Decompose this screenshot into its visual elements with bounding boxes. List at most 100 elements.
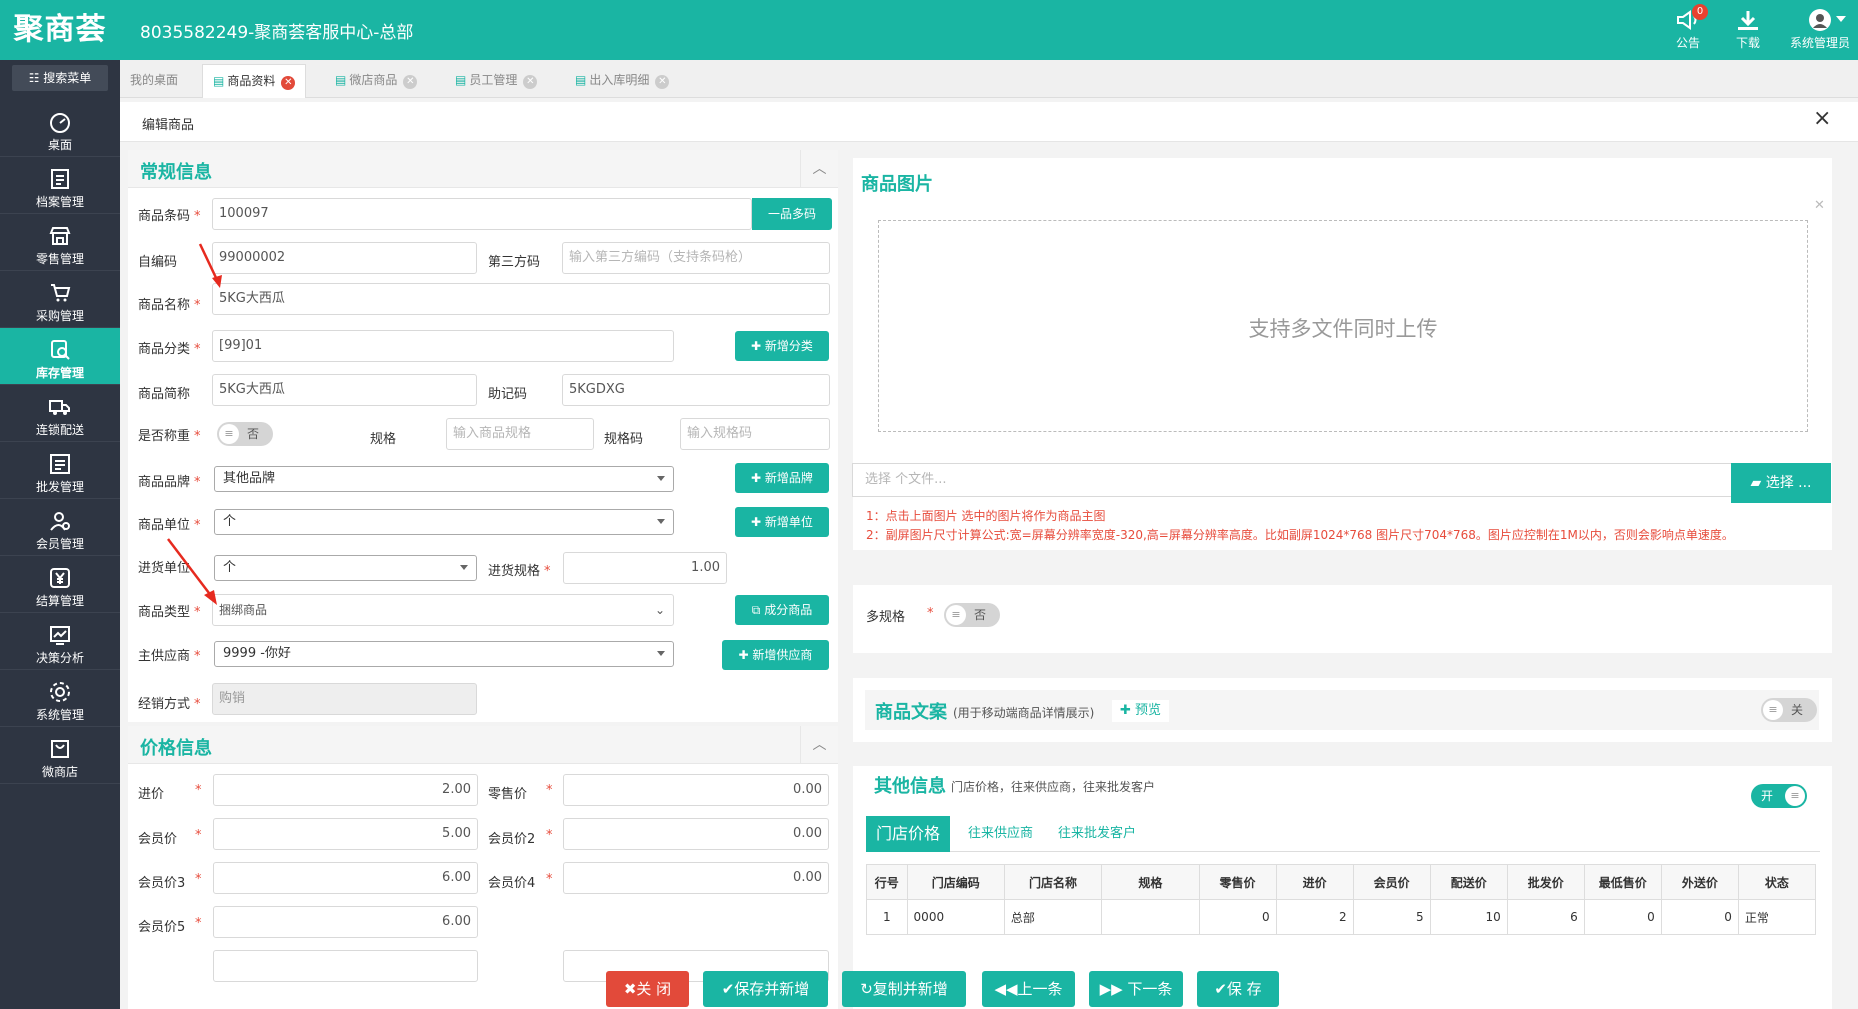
close-icon[interactable]: ✕: [655, 75, 670, 89]
brand-select[interactable]: 其他品牌: [214, 466, 674, 492]
multi-code-button[interactable]: 一品多码: [752, 198, 832, 230]
sidebar-item[interactable]: 连锁配送: [0, 385, 120, 442]
chevron-up-icon[interactable]: ︿: [800, 726, 838, 764]
product-type-select[interactable]: 捆绑商品 ⌄: [212, 594, 674, 626]
menu-search-button[interactable]: ☷ 搜索菜单: [12, 65, 108, 91]
sidebar-item[interactable]: 档案管理: [0, 157, 120, 214]
price-input[interactable]: 2.00: [213, 774, 478, 806]
choose-file-button[interactable]: ▰ 选择 ...: [1731, 463, 1831, 503]
table-header-cell[interactable]: 零售价: [1198, 864, 1277, 900]
file-path-input[interactable]: 选择 个文件...: [852, 463, 1732, 497]
sidebar-item[interactable]: 会员管理: [0, 499, 120, 556]
sidebar-item-label: 会员管理: [35, 537, 84, 551]
price-input[interactable]: 5.00: [213, 818, 478, 850]
table-header-cell[interactable]: 会员价: [1352, 864, 1431, 900]
tab-staff[interactable]: ▤ 员工管理 ✕: [445, 64, 547, 98]
sidebar-item[interactable]: 采购管理: [0, 271, 120, 328]
label-text: 商品品牌: [138, 475, 191, 490]
other-info-toggle[interactable]: ≡ 开: [1751, 784, 1807, 808]
price-input[interactable]: [213, 950, 478, 982]
add-unit-button[interactable]: ✚ 新增单位: [735, 507, 829, 537]
table-header-cell[interactable]: 门店编码: [906, 864, 1005, 900]
category-label: 商品分类 *: [138, 338, 201, 357]
preview-link[interactable]: ✚ 预览: [1112, 700, 1170, 722]
barcode-label: 商品条码 *: [138, 205, 201, 224]
multi-spec-toggle[interactable]: ≡ 否: [944, 603, 1000, 627]
category-input[interactable]: [99]01: [212, 330, 674, 362]
table-cell: 5: [1352, 899, 1431, 935]
close-icon[interactable]: ×: [1813, 106, 1831, 131]
price-input[interactable]: 6.00: [213, 862, 478, 894]
table-header-cell[interactable]: 行号: [866, 864, 908, 900]
close-icon[interactable]: ✕: [523, 75, 538, 89]
barcode-input[interactable]: 100097: [212, 198, 752, 230]
price-input[interactable]: 0.00: [563, 774, 829, 806]
user-menu[interactable]: 系统管理员: [1782, 8, 1858, 51]
table-header-cell[interactable]: 状态: [1737, 864, 1817, 900]
sidebar-item[interactable]: 库存管理: [0, 328, 120, 385]
required-mark: *: [194, 429, 201, 444]
component-product-button[interactable]: ⧉ 成分商品: [735, 595, 829, 625]
self-code-input[interactable]: 99000002: [212, 242, 477, 274]
price-input[interactable]: 0.00: [563, 818, 829, 850]
table-header-cell[interactable]: 进价: [1275, 864, 1354, 900]
sidebar-item[interactable]: 决策分析: [0, 613, 120, 670]
upload-note-1: 1：点击上面图片 选中的图片将作为商品主图: [866, 509, 1106, 523]
save-button[interactable]: ✔保 存: [1197, 971, 1279, 1007]
notice-button[interactable]: 0 公告: [1658, 4, 1718, 51]
mnemonic-input[interactable]: 5KGDXG: [562, 374, 830, 406]
table-header-cell[interactable]: 配送价: [1429, 864, 1508, 900]
section-subtitle: 门店价格，往来供应商，往来批发客户: [951, 780, 1156, 794]
weigh-toggle[interactable]: ≡ 否: [217, 422, 273, 446]
copy-and-new-button[interactable]: ↻复制并新增: [842, 971, 966, 1007]
short-name-input[interactable]: 5KG大西瓜: [212, 374, 477, 406]
tab-product-info[interactable]: ▤ 商品资料 ✕: [202, 64, 307, 98]
sidebar-item[interactable]: 零售管理: [0, 214, 120, 271]
tab-store-price[interactable]: 门店价格: [866, 816, 951, 852]
save-and-new-button[interactable]: ✔保存并新增: [703, 971, 828, 1007]
plus-icon: ✚: [738, 648, 753, 662]
product-name-input[interactable]: 5KG大西瓜: [212, 283, 830, 315]
tab-stock-detail[interactable]: ▤ 出入库明细 ✕: [565, 64, 679, 98]
next-record-button[interactable]: ▶▶ 下一条: [1089, 971, 1183, 1007]
add-brand-button[interactable]: ✚ 新增品牌: [735, 463, 829, 493]
prev-record-button[interactable]: ◀◀上一条: [982, 971, 1075, 1007]
download-button[interactable]: 下载: [1718, 8, 1778, 51]
price-input[interactable]: 0.00: [563, 862, 829, 894]
tab-suppliers[interactable]: 往来供应商: [958, 816, 1043, 852]
third-code-input[interactable]: 输入第三方编码（支持条码枪）: [562, 242, 830, 274]
table-header-cell[interactable]: 批发价: [1506, 864, 1585, 900]
close-icon[interactable]: ✕: [281, 76, 296, 90]
sidebar-item[interactable]: 结算管理: [0, 556, 120, 613]
table-header-cell[interactable]: 门店名称: [1003, 864, 1103, 900]
purchase-spec-input[interactable]: 1.00: [563, 552, 727, 584]
table-header-cell[interactable]: 规格: [1101, 864, 1200, 900]
spec-code-input[interactable]: 输入规格码: [680, 418, 830, 450]
price-input[interactable]: 6.00: [213, 906, 478, 938]
sidebar-item[interactable]: 系统管理: [0, 670, 120, 727]
chevron-up-icon[interactable]: ︿: [800, 150, 838, 188]
copywriting-toggle[interactable]: ≡ 关: [1761, 698, 1817, 722]
spec-input[interactable]: 输入商品规格: [446, 418, 594, 450]
sidebar-item-label: 批发管理: [35, 480, 84, 494]
table-row[interactable]: 1 0000 总部 0 2 5 10 6 0 0 正常: [866, 899, 1817, 935]
supplier-select[interactable]: 9999 -你好: [214, 641, 674, 667]
close-button[interactable]: ✖关 闭: [606, 971, 689, 1007]
unit-select[interactable]: 个: [214, 509, 674, 535]
upload-dropzone[interactable]: 支持多文件同时上传: [878, 220, 1808, 432]
purchase-unit-select[interactable]: 个: [214, 555, 477, 581]
toggle-knob-icon: ≡: [1785, 786, 1805, 806]
add-category-button[interactable]: ✚ 新增分类: [735, 331, 829, 361]
tab-desktop[interactable]: 我的桌面: [120, 64, 188, 98]
tab-wholesale-customers[interactable]: 往来批发客户: [1048, 816, 1146, 852]
sidebar-item[interactable]: 批发管理: [0, 442, 120, 499]
table-header-cell[interactable]: 最低售价: [1583, 864, 1662, 900]
table-header-cell[interactable]: 外送价: [1660, 864, 1739, 900]
chevron-down-icon[interactable]: [1836, 16, 1846, 22]
add-supplier-button[interactable]: ✚ 新增供应商: [722, 640, 829, 670]
close-icon[interactable]: ✕: [1814, 198, 1825, 213]
sidebar-item[interactable]: 桌面: [0, 100, 120, 157]
close-icon[interactable]: ✕: [403, 75, 418, 89]
tab-micro-store-product[interactable]: ▤ 微店商品 ✕: [325, 64, 427, 98]
sidebar-item[interactable]: 微商店: [0, 727, 120, 784]
